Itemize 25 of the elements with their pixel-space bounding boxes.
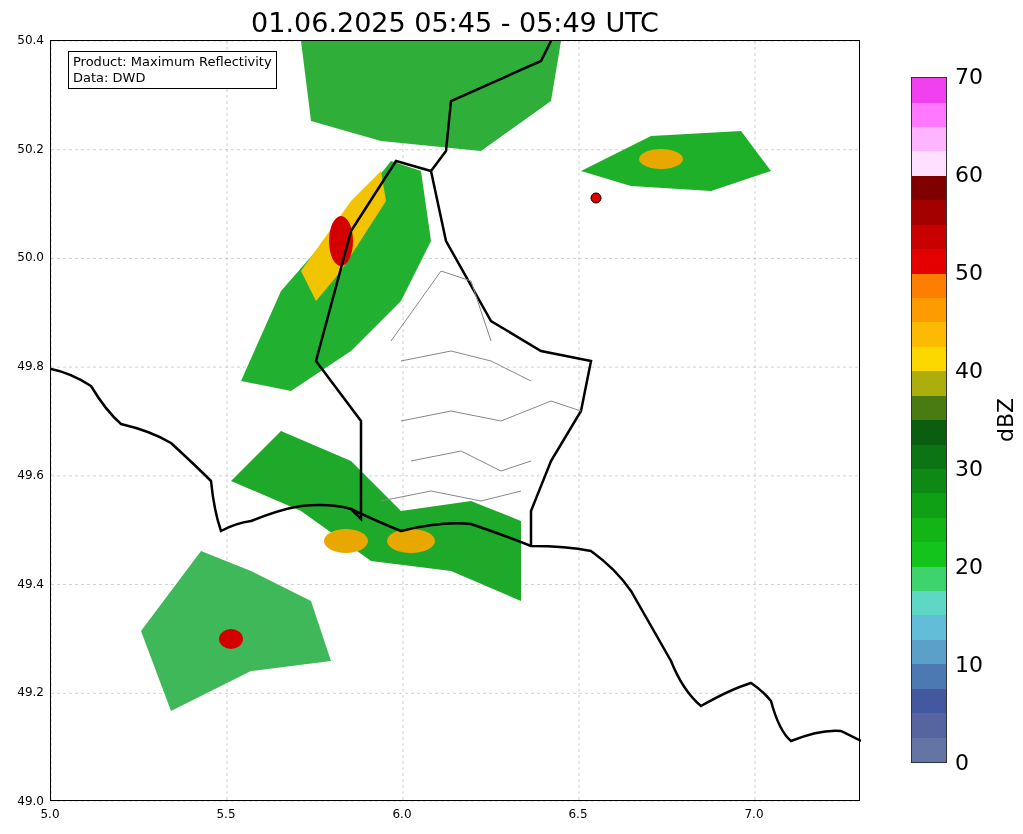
y-axis-label: 49.6 xyxy=(17,467,44,482)
x-axis-label: 7.0 xyxy=(744,807,764,821)
y-axis-label: 49.8 xyxy=(17,359,44,374)
colorbar-tick-label: 10 xyxy=(955,652,983,678)
y-axis-label: 49.0 xyxy=(17,794,44,808)
colorbar-tick-label: 40 xyxy=(955,358,983,384)
colorbar-tick-label: 30 xyxy=(955,456,983,482)
y-axis-label: 50.4 xyxy=(17,33,44,47)
legend-text: Product: Maximum Reflectivity xyxy=(73,54,272,70)
y-axis-label: 49.4 xyxy=(17,576,44,591)
colorbar-tick-label: 0 xyxy=(955,750,969,776)
colorbar-tick-label: 60 xyxy=(955,162,983,188)
colorbar-tick-label: 20 xyxy=(955,554,983,580)
legend-text: Data: DWD xyxy=(73,70,147,86)
x-axis-label: 6.5 xyxy=(568,807,588,821)
colorbar-tick-label: 70 xyxy=(955,64,983,90)
chart-title: 01.06.2025 05:45 - 05:49 UTC xyxy=(251,6,659,40)
y-axis-label: 49.2 xyxy=(17,685,44,700)
y-axis-label: 50.0 xyxy=(17,250,44,265)
colorbar-label: dBZ xyxy=(993,397,1019,443)
x-axis-label: 5.0 xyxy=(40,807,60,821)
colorbar-tick-label: 50 xyxy=(955,260,983,286)
y-axis-label: 50.2 xyxy=(17,141,44,156)
x-axis-label: 6.0 xyxy=(392,807,412,821)
x-axis-label: 5.5 xyxy=(216,807,236,821)
